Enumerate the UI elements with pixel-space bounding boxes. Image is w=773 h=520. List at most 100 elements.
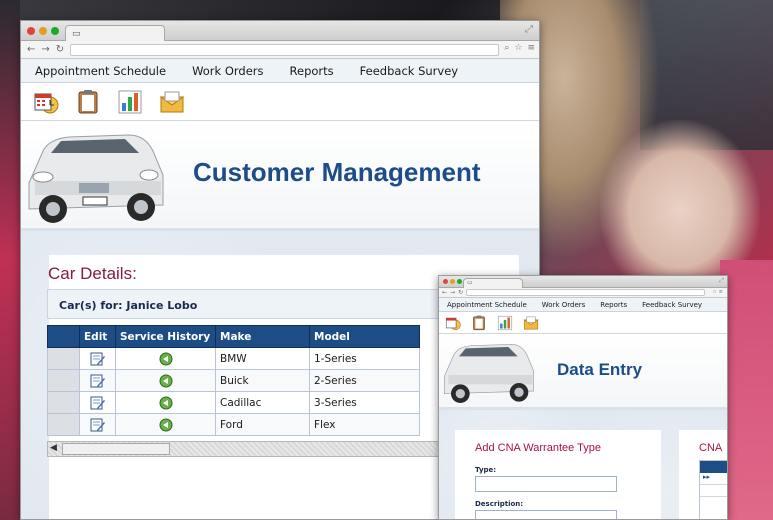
menu-feedback-survey[interactable]: Feedback Survey bbox=[360, 64, 458, 78]
description-label: Description: bbox=[475, 500, 524, 508]
table-row[interactable]: Ford Flex bbox=[47, 413, 420, 436]
page-banner: Customer Management bbox=[21, 121, 539, 231]
url-input[interactable] bbox=[466, 289, 705, 296]
grid-row[interactable] bbox=[700, 485, 727, 497]
bar-chart-icon[interactable] bbox=[117, 89, 143, 115]
fullscreen-icon[interactable]: ⤢ bbox=[719, 277, 724, 285]
maximize-button[interactable] bbox=[457, 279, 462, 284]
reload-icon[interactable]: ↻ bbox=[56, 44, 64, 55]
customer-name: Janice Lobo bbox=[126, 299, 198, 312]
forward-icon[interactable]: → bbox=[41, 44, 49, 55]
app-menu-bar: Appointment Schedule Work Orders Reports… bbox=[439, 298, 727, 312]
make-cell: BMW bbox=[215, 347, 310, 370]
edit-cell[interactable] bbox=[79, 347, 116, 370]
menu-appointment-schedule[interactable]: Appointment Schedule bbox=[447, 301, 527, 309]
close-button[interactable] bbox=[27, 27, 35, 35]
address-bar-tools: ☆ ≡ bbox=[712, 289, 723, 295]
history-icon[interactable] bbox=[159, 396, 173, 410]
maximize-button[interactable] bbox=[51, 27, 59, 35]
bar-chart-icon[interactable] bbox=[497, 315, 513, 331]
menu-appointment-schedule[interactable]: Appointment Schedule bbox=[35, 64, 166, 78]
make-cell: Buick bbox=[215, 369, 310, 392]
history-icon[interactable] bbox=[159, 374, 173, 388]
clipboard-icon[interactable] bbox=[471, 315, 487, 331]
zoom-icon[interactable]: ⌕ bbox=[504, 43, 509, 53]
cna-title: CNA bbox=[699, 442, 723, 454]
edit-icon[interactable] bbox=[90, 373, 106, 389]
scrollbar-thumb[interactable] bbox=[62, 443, 170, 455]
menu-reports[interactable]: Reports bbox=[290, 64, 334, 78]
menu-icon[interactable]: ≡ bbox=[719, 289, 723, 295]
app-toolbar bbox=[21, 83, 539, 121]
app-toolbar bbox=[439, 312, 727, 334]
horizontal-scrollbar[interactable]: ◀ bbox=[47, 441, 492, 457]
row-selector[interactable] bbox=[47, 391, 80, 414]
service-history-cell[interactable] bbox=[115, 391, 216, 414]
row-selector[interactable] bbox=[47, 347, 80, 370]
column-header-edit[interactable]: Edit bbox=[79, 325, 116, 348]
form-title: Add CNA Warrantee Type bbox=[475, 442, 601, 454]
minimize-button[interactable] bbox=[39, 27, 47, 35]
grid-header bbox=[700, 461, 727, 473]
edit-cell[interactable] bbox=[79, 369, 116, 392]
cna-grid: ▸▸ bbox=[699, 460, 727, 519]
make-cell: Ford bbox=[215, 413, 310, 436]
forward-icon[interactable]: → bbox=[450, 289, 455, 296]
minimize-button[interactable] bbox=[450, 279, 455, 284]
calendar-icon[interactable] bbox=[445, 315, 461, 331]
description-input[interactable] bbox=[475, 510, 617, 519]
clipboard-icon[interactable] bbox=[75, 89, 101, 115]
browser-tab[interactable]: ▭ bbox=[65, 25, 165, 41]
menu-feedback-survey[interactable]: Feedback Survey bbox=[642, 301, 702, 309]
cars-for-label: Car(s) for: bbox=[59, 299, 123, 312]
service-history-cell[interactable] bbox=[115, 413, 216, 436]
table-header-row: Edit Service History Make Model bbox=[47, 325, 420, 348]
table-row[interactable]: BMW 1-Series bbox=[47, 347, 420, 370]
window-controls bbox=[27, 27, 59, 35]
page-title: Customer Management bbox=[193, 157, 481, 187]
mail-icon[interactable] bbox=[523, 315, 539, 331]
history-icon[interactable] bbox=[159, 352, 173, 366]
menu-icon[interactable]: ≡ bbox=[527, 43, 535, 53]
cna-panel: CNA ▸▸ bbox=[679, 430, 727, 519]
column-header-make[interactable]: Make bbox=[215, 325, 310, 348]
page-banner: Data Entry bbox=[439, 334, 727, 410]
reload-icon[interactable]: ↻ bbox=[458, 289, 463, 296]
close-button[interactable] bbox=[443, 279, 448, 284]
menu-work-orders[interactable]: Work Orders bbox=[192, 64, 263, 78]
column-header-service-history[interactable]: Service History bbox=[115, 325, 216, 348]
column-header-model[interactable]: Model bbox=[309, 325, 420, 348]
make-cell: Cadillac bbox=[215, 391, 310, 414]
back-icon[interactable]: ← bbox=[27, 44, 35, 55]
service-history-cell[interactable] bbox=[115, 369, 216, 392]
edit-cell[interactable] bbox=[79, 391, 116, 414]
row-selector[interactable] bbox=[47, 369, 80, 392]
url-input[interactable] bbox=[70, 43, 499, 56]
back-icon[interactable]: ← bbox=[442, 289, 447, 296]
grid-row[interactable]: ▸▸ bbox=[700, 473, 727, 485]
edit-icon[interactable] bbox=[90, 417, 106, 433]
row-selector[interactable] bbox=[47, 413, 80, 436]
background-photo-left bbox=[0, 0, 20, 520]
browser-tab[interactable]: ▭ bbox=[463, 278, 523, 288]
fullscreen-icon[interactable]: ⤢ bbox=[525, 24, 533, 35]
star-icon[interactable]: ☆ bbox=[514, 43, 522, 53]
window-titlebar: ▭ ⤢ bbox=[439, 276, 727, 288]
edit-icon[interactable] bbox=[90, 351, 106, 367]
table-row[interactable]: Buick 2-Series bbox=[47, 369, 420, 392]
menu-work-orders[interactable]: Work Orders bbox=[542, 301, 586, 309]
page-icon: ▭ bbox=[467, 279, 473, 286]
history-icon[interactable] bbox=[159, 418, 173, 432]
service-history-cell[interactable] bbox=[115, 347, 216, 370]
cars-for-header: Car(s) for: Janice Lobo bbox=[47, 289, 492, 319]
edit-cell[interactable] bbox=[79, 413, 116, 436]
scroll-left-icon[interactable]: ◀ bbox=[50, 443, 57, 453]
mail-icon[interactable] bbox=[159, 89, 185, 115]
page-icon: ▭ bbox=[72, 29, 81, 39]
edit-icon[interactable] bbox=[90, 395, 106, 411]
type-input[interactable] bbox=[475, 476, 617, 492]
calendar-icon[interactable] bbox=[33, 89, 59, 115]
star-icon[interactable]: ☆ bbox=[712, 289, 716, 295]
menu-reports[interactable]: Reports bbox=[600, 301, 627, 309]
table-row[interactable]: Cadillac 3-Series bbox=[47, 391, 420, 414]
